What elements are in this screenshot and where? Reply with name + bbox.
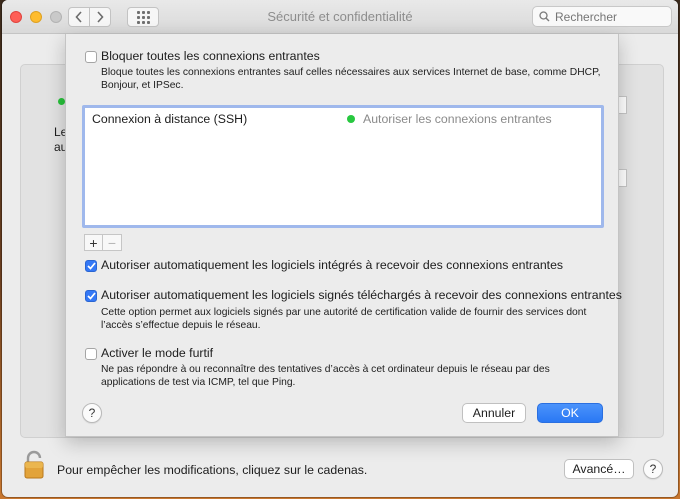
stealth-mode-description-line: applications de test via ICMP, tel que P…	[101, 377, 296, 388]
list-item[interactable]: Connexion à distance (SSH) Autoriser les…	[89, 110, 599, 128]
lock-hint-text: Pour empêcher les modifications, cliquez…	[57, 463, 368, 477]
status-dot-icon	[347, 115, 355, 123]
auto-signed-checkbox[interactable]	[85, 290, 97, 302]
add-app-button[interactable]: +	[84, 234, 103, 251]
preferences-window: Sécurité et confidentialité Le au Bloque…	[2, 0, 678, 497]
checkmark-icon	[86, 292, 96, 300]
auto-builtin-checkbox[interactable]	[85, 260, 97, 272]
auto-builtin-label: Autoriser automatiquement les logiciels …	[101, 258, 564, 272]
block-all-label: Bloquer toutes les connexions entrantes	[101, 49, 320, 63]
stealth-mode-label: Activer le mode furtif	[101, 346, 214, 360]
search-field[interactable]	[532, 6, 672, 27]
auto-signed-description-line: Cette option permet aux logiciels signés…	[101, 307, 587, 318]
remove-app-button[interactable]: −	[103, 234, 122, 251]
search-icon	[539, 11, 550, 22]
firewall-options-sheet: Bloquer toutes les connexions entrantes …	[65, 34, 622, 437]
checkmark-icon	[86, 262, 96, 270]
title-bar: Sécurité et confidentialité	[2, 0, 678, 34]
advanced-button[interactable]: Avancé…	[564, 459, 634, 479]
help-button[interactable]: ?	[82, 403, 102, 423]
footer-help-button[interactable]: ?	[643, 459, 663, 479]
auto-signed-label: Autoriser automatiquement les logiciels …	[101, 288, 622, 302]
list-item-name: Connexion à distance (SSH)	[92, 112, 248, 126]
auto-signed-description-line: l’accès s’effectue depuis le réseau.	[101, 320, 261, 331]
search-input[interactable]	[555, 9, 665, 24]
block-all-description-line: Bonjour, et IPSec.	[101, 80, 184, 91]
stealth-mode-description-line: Ne pas répondre à ou reconnaître des ten…	[101, 364, 550, 375]
background-status-dot	[58, 98, 65, 105]
list-item-status[interactable]: Autoriser les connexions entrantes	[363, 112, 552, 126]
cancel-button[interactable]: Annuler	[462, 403, 526, 423]
block-all-checkbox[interactable]	[85, 51, 97, 63]
ok-button[interactable]: OK	[537, 403, 603, 423]
stealth-mode-checkbox[interactable]	[85, 348, 97, 360]
application-list[interactable]: Connexion à distance (SSH) Autoriser les…	[82, 105, 604, 228]
block-all-description-line: Bloque toutes les connexions entrantes s…	[101, 67, 601, 78]
lock-icon[interactable]	[24, 450, 46, 483]
